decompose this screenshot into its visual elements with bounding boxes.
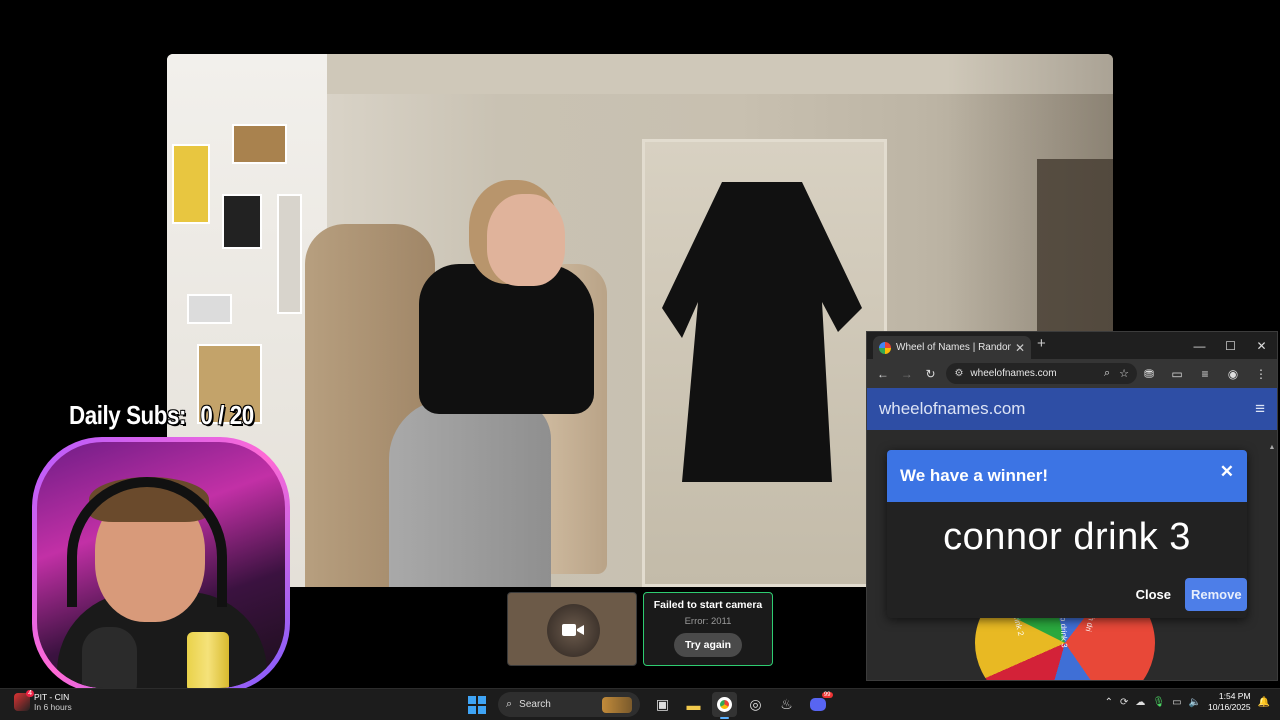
browser-toolbar: ← → ↻ ⚙ wheelofnames.com ⌕ ☆ ⛃ ▭ ≡ ◉ ⋮ <box>867 359 1277 388</box>
close-window-icon[interactable]: ✕ <box>1246 332 1277 359</box>
cloud-icon[interactable]: ☁ <box>1135 697 1145 708</box>
close-button[interactable]: Close <box>1136 587 1171 602</box>
file-explorer-icon[interactable]: ▬ <box>681 692 706 717</box>
sports-team-icon: 4 <box>14 690 34 711</box>
person-pants <box>389 399 551 587</box>
winner-name: connor drink 3 <box>943 516 1191 558</box>
camera-error-code: Error: 2011 <box>684 616 732 627</box>
notification-icon[interactable]: 🔔 <box>1258 697 1270 708</box>
person-torso <box>419 264 594 414</box>
bookmark-star-icon[interactable]: ☆ <box>1119 367 1129 380</box>
camera-preview-tile[interactable] <box>507 592 637 666</box>
camera-error-tile: Failed to start camera Error: 2011 Try a… <box>643 592 773 666</box>
search-icon: ⌕ <box>506 698 513 710</box>
site-header: wheelofnames.com ≡ <box>867 388 1277 430</box>
more-menu-icon[interactable]: ⋮ <box>1249 367 1273 381</box>
dialog-close-icon[interactable]: ✕ <box>1220 462 1234 482</box>
windows-start-icon[interactable] <box>466 694 488 716</box>
tab-close-icon[interactable]: ✕ <box>1015 341 1025 355</box>
forward-icon[interactable]: → <box>895 367 919 381</box>
site-info-icon[interactable]: ⚙ <box>954 368 963 379</box>
try-again-button[interactable]: Try again <box>673 633 743 657</box>
reading-list-icon[interactable]: ≡ <box>1193 367 1217 381</box>
volume-icon[interactable]: 🔈 <box>1189 697 1201 708</box>
discord-badge: 99 <box>821 692 833 698</box>
daily-subs-counter: Daily Subs: 0 / 20 <box>69 400 254 431</box>
obs-icon[interactable]: ◎ <box>743 692 768 717</box>
browser-titlebar: Wheel of Names | Random nam ✕ + — ☐ ✕ <box>867 332 1277 359</box>
drink-can <box>187 632 229 688</box>
clock-time: 1:54 PM <box>1218 691 1251 701</box>
remove-button[interactable]: Remove <box>1185 578 1247 611</box>
facecam-video <box>37 442 285 688</box>
sync-icon[interactable]: ⟳ <box>1120 697 1128 708</box>
discord-icon[interactable]: 99 <box>805 692 833 717</box>
toolbar-right-icons: ⛃ ▭ ≡ ◉ ⋮ <box>1137 367 1273 381</box>
minimize-icon[interactable]: — <box>1184 332 1215 359</box>
daily-subs-value: 0 / 20 <box>200 400 254 430</box>
taskbar-search[interactable]: ⌕ Search <box>498 692 640 717</box>
facecam-frame <box>32 437 290 693</box>
new-tab-icon[interactable]: + <box>1037 335 1046 352</box>
search-label: Search <box>519 699 551 710</box>
dialog-actions: Close Remove <box>1136 578 1247 611</box>
browser-tab[interactable]: Wheel of Names | Random nam ✕ <box>873 336 1031 359</box>
address-url: wheelofnames.com <box>970 368 1057 379</box>
extension-icon[interactable]: ⛃ <box>1137 367 1161 381</box>
tab-title: Wheel of Names | Random nam <box>896 342 1011 353</box>
chrome-icon[interactable] <box>712 692 737 719</box>
steam-icon[interactable]: ♨ <box>774 692 799 717</box>
favicon-icon <box>879 341 891 354</box>
hamburger-menu-icon[interactable]: ≡ <box>1255 399 1265 419</box>
zoom-icon[interactable]: ⌕ <box>1104 367 1110 380</box>
reload-icon[interactable]: ↻ <box>919 367 943 381</box>
search-highlight-icon <box>602 696 632 713</box>
person-head <box>487 194 565 286</box>
taskbar-apps: ⌕ Search ▣ ▬ ◎ ♨ 99 <box>466 692 833 719</box>
page-content: wheelofnames.com ≡ drink 2 no drink 3 sh… <box>867 388 1277 680</box>
camera-error-title: Failed to start camera <box>653 599 763 611</box>
windows-taskbar: 4 PIT - CIN In 6 hours ⌕ Search ▣ ▬ ◎ ♨ … <box>0 688 1280 720</box>
weather-subtitle: In 6 hours <box>34 702 72 712</box>
maximize-icon[interactable]: ☐ <box>1215 332 1246 359</box>
winner-dialog: We have a winner! ✕ connor drink 3 Close… <box>887 450 1247 618</box>
clock[interactable]: 1:54 PM 10/16/2025 <box>1208 691 1251 713</box>
microphone-icon[interactable]: 🎙 <box>1152 697 1165 708</box>
task-view-icon[interactable]: ▣ <box>650 692 675 717</box>
winner-dialog-title: We have a winner! <box>900 466 1049 485</box>
video-camera-icon <box>562 624 584 636</box>
site-brand[interactable]: wheelofnames.com <box>879 399 1255 419</box>
scrollbar[interactable]: ▲ ▼ <box>1267 444 1277 680</box>
winner-dialog-header: We have a winner! ✕ <box>887 450 1247 502</box>
profile-icon[interactable]: ◉ <box>1221 367 1245 381</box>
chevron-up-icon[interactable]: ⌃ <box>1105 697 1113 708</box>
weather-widget[interactable]: 4 PIT - CIN In 6 hours <box>14 690 72 712</box>
wall-posters <box>167 94 312 424</box>
address-bar[interactable]: ⚙ wheelofnames.com ⌕ ☆ <box>946 363 1138 384</box>
back-icon[interactable]: ← <box>871 367 895 381</box>
cast-icon[interactable]: ▭ <box>1165 367 1189 381</box>
window-controls: — ☐ ✕ <box>1184 332 1277 359</box>
stream-canvas: Daily Subs: 0 / 20 Failed to start camer… <box>0 0 1280 720</box>
system-tray: ⌃ ⟳ ☁ 🎙 ▭ 🔈 1:54 PM 10/16/2025 🔔 <box>1105 691 1270 713</box>
clock-date: 10/16/2025 <box>1208 702 1251 712</box>
browser-window: Wheel of Names | Random nam ✕ + — ☐ ✕ ← … <box>866 331 1278 681</box>
network-icon[interactable]: ▭ <box>1172 697 1181 708</box>
scroll-up-icon[interactable]: ▲ <box>1267 444 1277 451</box>
weather-title: PIT - CIN <box>34 692 70 702</box>
daily-subs-label: Daily Subs: <box>69 400 187 430</box>
microphone <box>82 627 137 688</box>
